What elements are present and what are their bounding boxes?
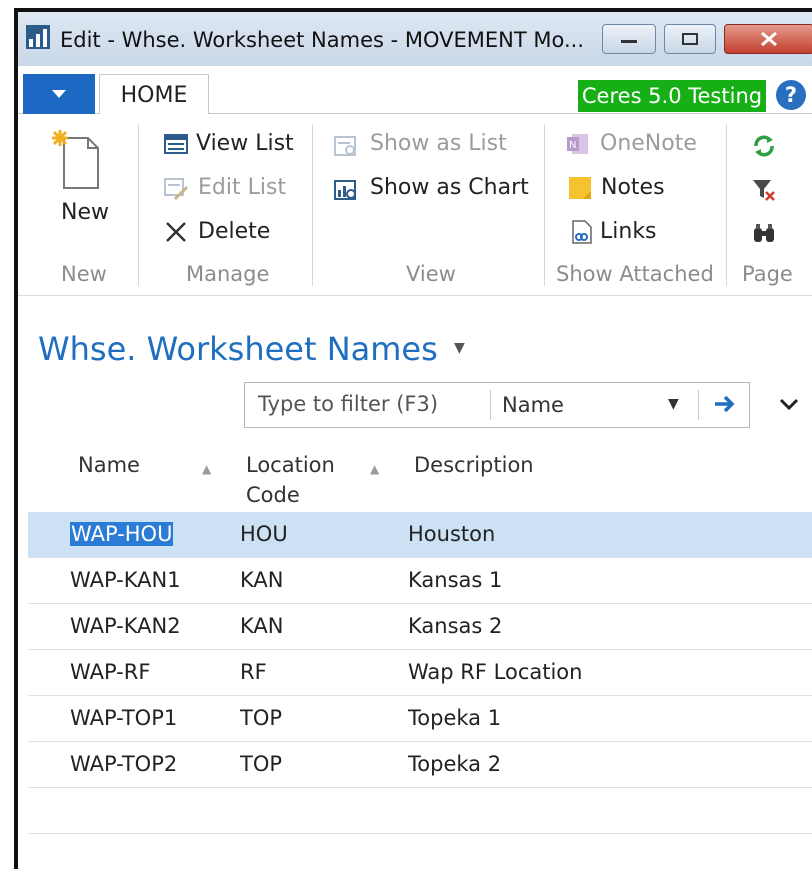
cell-name[interactable]: WAP-HOU [70, 522, 174, 546]
find-binoculars-icon[interactable] [752, 222, 776, 246]
cell-location-code[interactable]: KAN [240, 568, 283, 592]
view-list-icon [164, 134, 188, 154]
group-separator [544, 124, 545, 286]
column-header-location-code[interactable]: Location Code [246, 450, 335, 510]
onenote-icon: N [567, 134, 588, 154]
page-title-dropdown-icon[interactable]: ▼ [454, 340, 465, 356]
view-list-button[interactable]: View List [196, 131, 294, 156]
notes-icon [569, 177, 591, 199]
group-label-page: Page [742, 262, 793, 286]
links-icon [572, 220, 592, 244]
show-as-chart-button[interactable]: Show as Chart [370, 175, 529, 200]
new-document-icon [52, 130, 99, 189]
app-menu-button[interactable] [23, 74, 95, 114]
tab-home[interactable]: HOME [99, 74, 209, 115]
cell-name[interactable]: WAP-KAN2 [70, 614, 181, 638]
minimize-button[interactable] [602, 24, 656, 54]
group-separator [312, 124, 313, 286]
show-as-list-icon [334, 136, 356, 156]
table-row[interactable]: WAP-TOP1 TOP Topeka 1 [28, 696, 812, 742]
cell-name[interactable]: WAP-TOP1 [70, 706, 177, 730]
group-label-manage: Manage [186, 262, 270, 286]
table-row[interactable]: WAP-KAN1 KAN Kansas 1 [28, 558, 812, 604]
notes-button[interactable]: Notes [601, 175, 665, 200]
filter-field-select[interactable]: Name [502, 393, 564, 417]
refresh-icon[interactable] [752, 134, 776, 158]
group-label-new: New [61, 262, 107, 286]
maximize-button[interactable] [664, 24, 716, 54]
links-button[interactable]: Links [600, 219, 657, 244]
show-as-list-button[interactable]: Show as List [370, 131, 507, 156]
new-button[interactable]: New [61, 200, 109, 225]
onenote-button[interactable]: OneNote [600, 131, 697, 156]
cell-location-code[interactable]: HOU [240, 522, 288, 546]
chevron-down-icon [52, 90, 66, 98]
cell-description[interactable]: Topeka 2 [408, 752, 501, 776]
group-separator [138, 124, 139, 286]
cell-description[interactable]: Kansas 2 [408, 614, 502, 638]
minimize-icon [621, 40, 637, 43]
table-row-empty[interactable] [28, 834, 812, 880]
expand-chevron-icon[interactable] [778, 396, 800, 412]
table-row[interactable]: WAP-TOP2 TOP Topeka 2 [28, 742, 812, 788]
cell-location-code[interactable]: RF [240, 660, 267, 684]
close-icon [761, 31, 777, 47]
column-header-location-line1: Location [246, 453, 335, 477]
window-title: Edit - Whse. Worksheet Names - MOVEMENT … [60, 28, 585, 52]
cell-location-code[interactable]: TOP [240, 752, 282, 776]
cell-name[interactable]: WAP-TOP2 [70, 752, 177, 776]
column-header-description[interactable]: Description [414, 450, 534, 480]
cell-description[interactable]: Topeka 1 [408, 706, 501, 730]
cell-location-code[interactable]: KAN [240, 614, 283, 638]
help-icon[interactable]: ? [776, 80, 806, 110]
cell-description[interactable]: Kansas 1 [408, 568, 502, 592]
cell-name[interactable]: WAP-RF [70, 660, 150, 684]
delete-icon [166, 222, 186, 242]
chevron-down-icon[interactable]: ▼ [668, 396, 679, 412]
cell-description[interactable]: Wap RF Location [408, 660, 582, 684]
sort-icon: ▲ [202, 462, 212, 476]
group-label-show-attached: Show Attached [556, 262, 714, 286]
cell-name[interactable]: WAP-KAN1 [70, 568, 181, 592]
sort-icon: ▲ [370, 462, 380, 476]
filter-divider [698, 390, 699, 420]
svg-text:N: N [569, 140, 576, 151]
column-header-name[interactable]: Name [78, 450, 140, 480]
environment-badge: Ceres 5.0 Testing [578, 80, 766, 112]
filter-input[interactable]: Type to filter (F3) [258, 392, 438, 416]
group-separator [726, 124, 727, 286]
close-button[interactable] [724, 24, 812, 54]
table-row[interactable]: WAP-RF RF Wap RF Location [28, 650, 812, 696]
show-as-chart-icon [334, 180, 356, 200]
column-header-location-line2: Code [246, 483, 300, 507]
edit-list-button[interactable]: Edit List [198, 175, 286, 200]
group-label-view: View [406, 262, 456, 286]
outer-margin [0, 0, 14, 869]
table-row-empty[interactable] [28, 788, 812, 834]
table-row[interactable]: WAP-KAN2 KAN Kansas 2 [28, 604, 812, 650]
delete-button[interactable]: Delete [198, 219, 270, 244]
cell-location-code[interactable]: TOP [240, 706, 282, 730]
filter-divider [490, 390, 491, 420]
maximize-icon [682, 33, 698, 45]
cell-description[interactable]: Houston [408, 522, 495, 546]
app-chart-icon [26, 25, 50, 49]
clear-filter-icon[interactable] [752, 178, 776, 202]
page-title: Whse. Worksheet Names [38, 330, 438, 368]
arrow-right-icon[interactable] [712, 392, 738, 416]
table-row[interactable]: WAP-HOU HOU Houston [28, 512, 812, 558]
edit-list-icon [164, 178, 188, 200]
